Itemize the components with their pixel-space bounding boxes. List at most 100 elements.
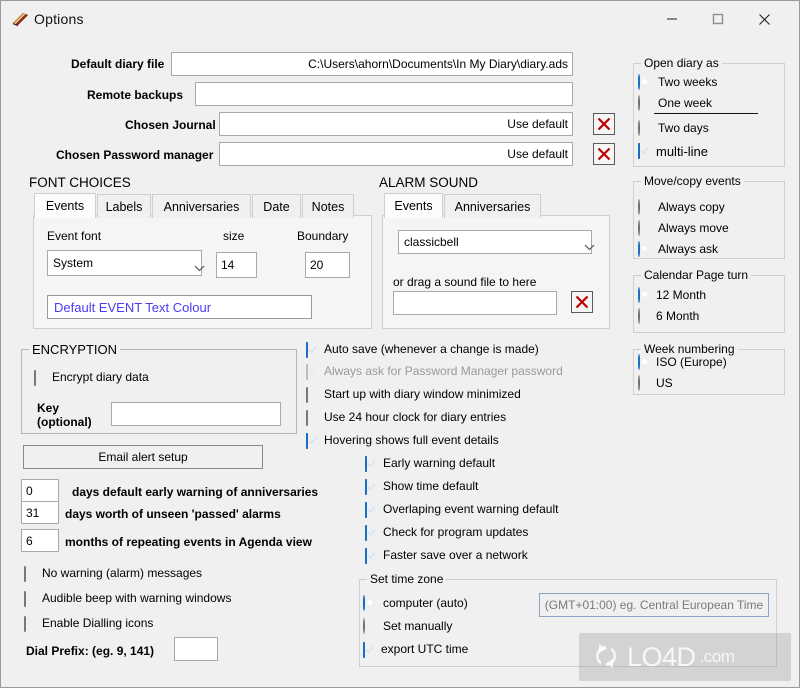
always-ask-radio[interactable] bbox=[638, 241, 651, 257]
early-warning-default-checkbox[interactable] bbox=[365, 456, 378, 472]
audible-beep-label: Audible beep with warning windows bbox=[42, 591, 232, 605]
close-button[interactable] bbox=[741, 1, 787, 37]
start-minimized-checkbox[interactable] bbox=[306, 387, 319, 403]
open-diary-as-title: Open diary as bbox=[641, 56, 722, 70]
tab-font-labels[interactable]: Labels bbox=[97, 194, 151, 218]
encryption-title: ENCRYPTION bbox=[29, 342, 120, 357]
no-warning-messages-label: No warning (alarm) messages bbox=[42, 566, 203, 580]
early-warning-days-input[interactable]: 0 bbox=[21, 479, 59, 502]
event-font-value: System bbox=[53, 256, 94, 270]
lo4d-watermark: LO4D .com bbox=[579, 633, 791, 681]
font-size-label: size bbox=[223, 229, 245, 243]
tab-font-events[interactable]: Events bbox=[34, 193, 96, 218]
check-updates-label: Check for program updates bbox=[383, 525, 529, 539]
check-icon bbox=[365, 646, 374, 653]
hovering-details-checkbox[interactable] bbox=[306, 433, 319, 449]
open-two-days-label: Two days bbox=[658, 121, 709, 135]
encrypt-diary-data-checkbox[interactable] bbox=[34, 370, 47, 386]
maximize-button[interactable] bbox=[695, 1, 741, 37]
open-two-weeks-label: Two weeks bbox=[658, 75, 718, 89]
passed-alarms-days-label: days worth of unseen 'passed' alarms bbox=[65, 507, 281, 521]
page-turn-12-month-radio[interactable] bbox=[638, 287, 651, 303]
week-numbering-us-label: US bbox=[656, 376, 673, 390]
alarm-sound-title: ALARM SOUND bbox=[379, 175, 479, 190]
dial-prefix-input[interactable] bbox=[174, 637, 218, 661]
early-warning-default-label: Early warning default bbox=[383, 456, 496, 470]
move-copy-events-title: Move/copy events bbox=[641, 174, 744, 188]
page-turn-12-month-label: 12 Month bbox=[656, 288, 707, 302]
enable-dialling-icons-label: Enable Dialling icons bbox=[42, 616, 154, 630]
encryption-key-input[interactable] bbox=[111, 402, 281, 426]
export-utc-checkbox[interactable] bbox=[363, 642, 376, 658]
always-ask-label: Always ask bbox=[658, 242, 719, 256]
enable-dialling-icons-checkbox[interactable] bbox=[24, 616, 37, 632]
check-icon bbox=[367, 506, 376, 513]
chosen-password-manager-input[interactable]: Use default bbox=[219, 142, 573, 166]
check-updates-checkbox[interactable] bbox=[365, 525, 378, 541]
faster-save-checkbox[interactable] bbox=[365, 548, 378, 564]
use-24-hour-clock-checkbox[interactable] bbox=[306, 410, 319, 426]
font-size-input[interactable]: 14 bbox=[216, 252, 257, 278]
minimize-button[interactable] bbox=[649, 1, 695, 37]
check-icon bbox=[367, 460, 376, 467]
page-turn-6-month-label: 6 Month bbox=[656, 309, 700, 323]
open-two-weeks-radio[interactable] bbox=[638, 74, 651, 90]
check-icon bbox=[308, 437, 317, 444]
clear-sound-button[interactable] bbox=[571, 291, 593, 313]
chosen-journal-label: Chosen Journal bbox=[125, 118, 216, 132]
multi-line-checkbox[interactable] bbox=[638, 143, 651, 159]
overlapping-warning-checkbox[interactable] bbox=[365, 502, 378, 518]
default-event-text-colour-button[interactable]: Default EVENT Text Colour bbox=[47, 295, 312, 319]
timezone-computer-label: computer (auto) bbox=[383, 596, 468, 610]
passed-alarms-days-input[interactable]: 31 bbox=[21, 501, 59, 524]
show-time-default-label: Show time default bbox=[383, 479, 479, 493]
chosen-password-manager-label: Chosen Password manager bbox=[56, 148, 214, 162]
week-numbering-iso-label: ISO (Europe) bbox=[656, 355, 727, 369]
email-alert-setup-button[interactable]: Email alert setup bbox=[23, 445, 263, 469]
tab-font-notes[interactable]: Notes bbox=[302, 194, 354, 218]
refresh-icon bbox=[589, 641, 623, 674]
check-icon bbox=[367, 552, 376, 559]
week-numbering-us-radio[interactable] bbox=[638, 375, 651, 391]
remote-backups-input[interactable] bbox=[195, 82, 573, 106]
always-ask-password-label: Always ask for Password Manager password bbox=[324, 364, 563, 378]
audible-beep-checkbox[interactable] bbox=[24, 591, 37, 607]
set-time-zone-title: Set time zone bbox=[367, 572, 447, 586]
open-two-days-radio[interactable] bbox=[638, 120, 651, 136]
alarm-sound-value: classicbell bbox=[404, 235, 459, 249]
repeating-months-label: months of repeating events in Agenda vie… bbox=[65, 535, 312, 549]
tab-alarm-events[interactable]: Events bbox=[384, 193, 443, 218]
event-font-select[interactable]: System bbox=[47, 250, 205, 276]
clear-journal-button[interactable] bbox=[593, 113, 615, 135]
tab-font-date[interactable]: Date bbox=[252, 194, 301, 218]
auto-save-checkbox[interactable] bbox=[306, 342, 319, 358]
open-one-week-radio[interactable] bbox=[638, 95, 651, 111]
font-boundary-input[interactable]: 20 bbox=[305, 252, 350, 278]
event-font-label: Event font bbox=[47, 229, 102, 243]
default-diary-file-label: Default diary file bbox=[71, 57, 165, 71]
tab-alarm-anniversaries[interactable]: Anniversaries bbox=[444, 194, 541, 218]
font-boundary-label: Boundary bbox=[297, 229, 349, 243]
tab-font-anniversaries[interactable]: Anniversaries bbox=[152, 194, 251, 218]
multi-line-label: multi-line bbox=[656, 144, 709, 159]
show-time-default-checkbox[interactable] bbox=[365, 479, 378, 495]
key-label-line1: Key bbox=[37, 401, 60, 415]
calendar-page-turn-title: Calendar Page turn bbox=[641, 268, 752, 282]
timezone-computer-radio[interactable] bbox=[363, 595, 376, 611]
calendar-page-turn-group: Calendar Page turn bbox=[633, 268, 785, 333]
timezone-manual-radio[interactable] bbox=[363, 618, 376, 634]
chosen-journal-input[interactable]: Use default bbox=[219, 112, 573, 136]
default-diary-file-input[interactable]: C:\Users\ahorn\Documents\In My Diary\dia… bbox=[171, 52, 573, 76]
no-warning-messages-checkbox[interactable] bbox=[24, 566, 37, 582]
alarm-sound-select[interactable]: classicbell bbox=[398, 230, 595, 254]
clear-password-manager-button[interactable] bbox=[593, 143, 615, 165]
always-move-radio[interactable] bbox=[638, 220, 651, 236]
auto-save-label: Auto save (whenever a change is made) bbox=[324, 342, 539, 356]
page-turn-6-month-radio[interactable] bbox=[638, 308, 651, 324]
repeating-months-input[interactable]: 6 bbox=[21, 529, 59, 552]
week-numbering-iso-radio[interactable] bbox=[638, 354, 651, 370]
early-warning-days-label: days default early warning of anniversar… bbox=[72, 485, 319, 499]
always-copy-radio[interactable] bbox=[638, 199, 651, 215]
drag-sound-input[interactable] bbox=[393, 291, 557, 315]
check-icon bbox=[640, 147, 649, 154]
